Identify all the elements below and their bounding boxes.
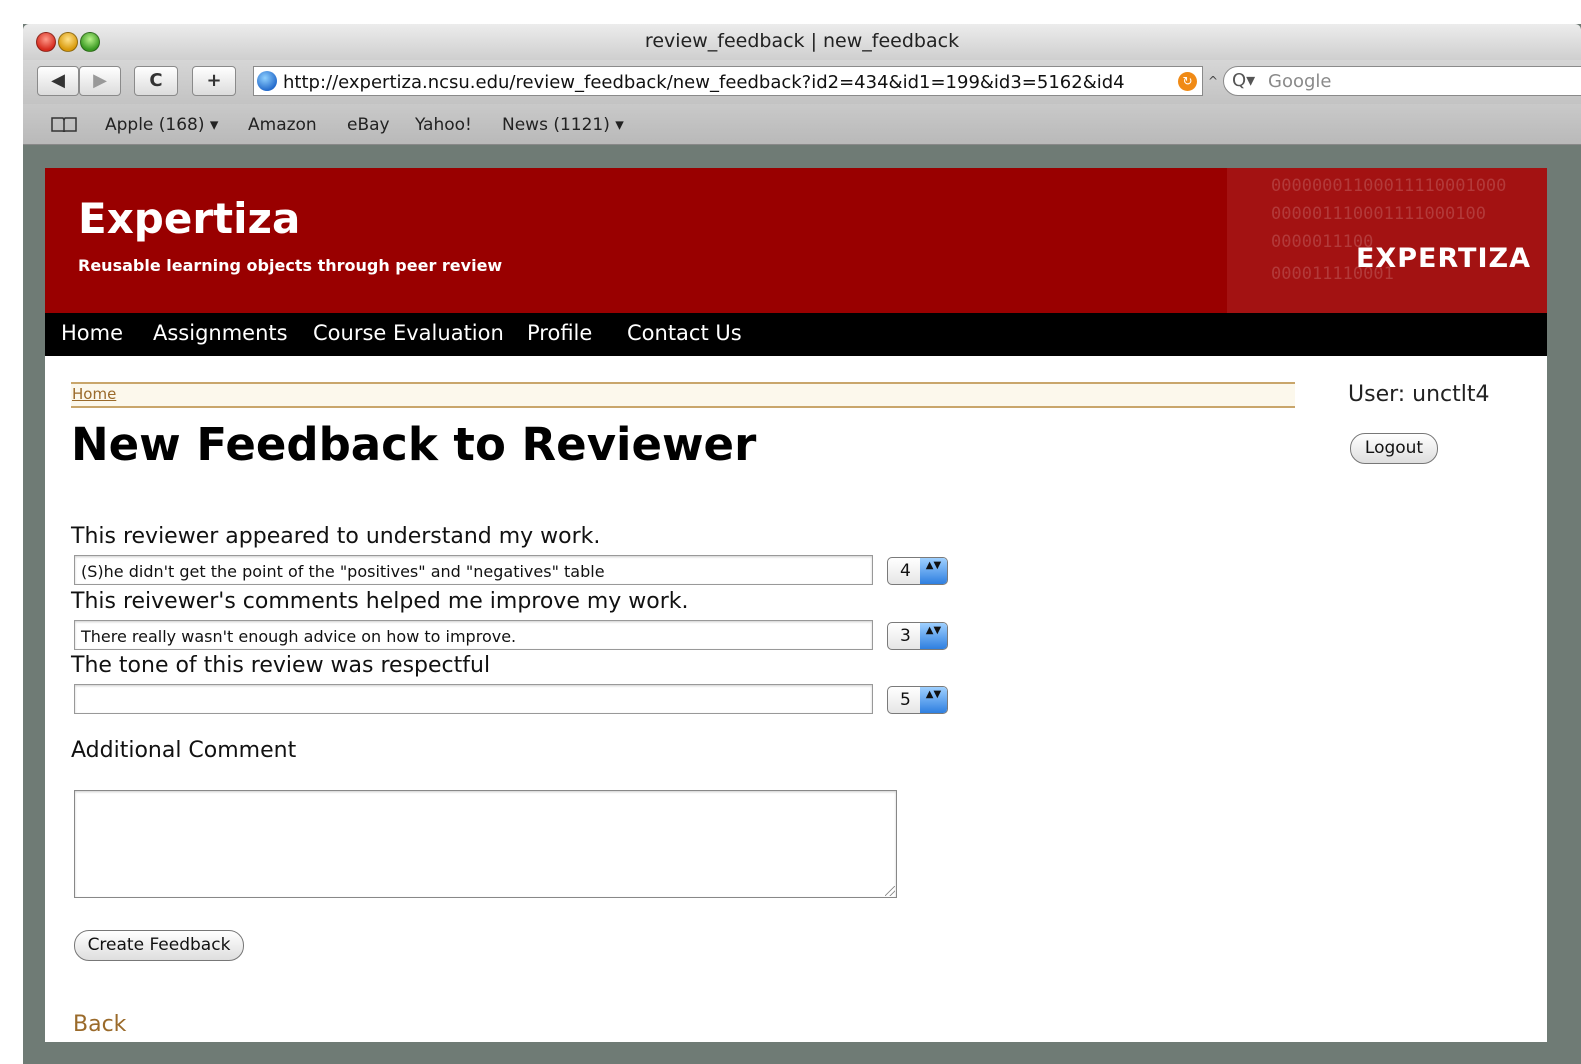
- snapback-icon[interactable]: ^: [1208, 74, 1218, 88]
- nav-contact-us[interactable]: Contact Us: [627, 321, 742, 345]
- nav-profile[interactable]: Profile: [527, 321, 592, 345]
- search-placeholder: Google: [1268, 71, 1332, 92]
- site-header: Expertiza Reusable learning objects thro…: [45, 168, 1547, 313]
- add-bookmark-button[interactable]: +: [192, 66, 236, 96]
- site-logo[interactable]: Expertiza: [78, 194, 300, 243]
- question-3-comment-field[interactable]: [74, 684, 873, 714]
- window-title: review_feedback | new_feedback: [644, 30, 960, 52]
- reload-icon: C: [149, 70, 163, 91]
- browser-window: review_feedback | new_feedback ◀ ▶ C + h…: [23, 24, 1581, 1064]
- bookmarks-bar: Apple (168) ▾ Amazon eBay Yahoo! News (1…: [23, 104, 1581, 145]
- globe-icon: [257, 71, 277, 91]
- select-arrows-icon: ▲▼: [920, 623, 947, 649]
- question-3-label: The tone of this review was respectful: [71, 653, 491, 678]
- title-bar: review_feedback | new_feedback: [23, 24, 1581, 60]
- header-decoration: 00000001100011110001000 0000011100011110…: [1227, 168, 1547, 313]
- search-icon[interactable]: Q▾: [1232, 70, 1255, 91]
- nav-assignments[interactable]: Assignments: [153, 321, 288, 345]
- score-value: 5: [900, 690, 911, 710]
- back-button[interactable]: ◀: [37, 66, 79, 96]
- site-tagline: Reusable learning objects through peer r…: [78, 256, 503, 275]
- bookmarks-book-icon[interactable]: [51, 116, 77, 132]
- reload-button[interactable]: C: [134, 66, 178, 96]
- question-1-score-select[interactable]: 4 ▲▼: [887, 557, 948, 585]
- score-value: 4: [900, 561, 911, 581]
- nav-home[interactable]: Home: [61, 321, 123, 345]
- forward-arrow-icon: ▶: [93, 70, 107, 91]
- bookmark-amazon[interactable]: Amazon: [248, 115, 317, 135]
- additional-comment-textarea[interactable]: [74, 790, 897, 898]
- main-nav: Home Assignments Course Evaluation Profi…: [45, 313, 1547, 356]
- nav-course-evaluation[interactable]: Course Evaluation: [313, 321, 504, 345]
- bookmark-news[interactable]: News (1121) ▾: [502, 115, 624, 135]
- question-2-comment-field[interactable]: There really wasn't enough advice on how…: [74, 620, 873, 650]
- select-arrows-icon: ▲▼: [920, 558, 947, 584]
- question-1-label: This reviewer appeared to understand my …: [71, 524, 601, 549]
- plus-icon: +: [206, 70, 222, 91]
- question-1-comment-field[interactable]: (S)he didn't get the point of the "posit…: [74, 555, 873, 585]
- additional-comment-label: Additional Comment: [71, 738, 297, 763]
- back-arrow-icon: ◀: [51, 70, 65, 91]
- logout-button[interactable]: Logout: [1350, 433, 1438, 464]
- back-link[interactable]: Back: [73, 1012, 126, 1037]
- web-page: Expertiza Reusable learning objects thro…: [45, 168, 1547, 1042]
- address-text[interactable]: http://expertiza.ncsu.edu/review_feedbac…: [283, 72, 1125, 93]
- rss-icon[interactable]: ↻: [1178, 72, 1197, 91]
- question-3-score-select[interactable]: 5 ▲▼: [887, 686, 948, 714]
- binary-decoration: 000001110001111000100: [1271, 204, 1486, 224]
- question-2-label: This reivewer's comments helped me impro…: [71, 589, 689, 614]
- resize-grip-icon[interactable]: [885, 886, 895, 896]
- breadcrumb: Home: [71, 382, 1295, 408]
- browser-toolbar: ◀ ▶ C + http://expertiza.ncsu.edu/review…: [23, 60, 1581, 104]
- bookmark-ebay[interactable]: eBay: [347, 115, 390, 135]
- score-value: 3: [900, 626, 911, 646]
- select-arrows-icon: ▲▼: [920, 687, 947, 713]
- breadcrumb-home-link[interactable]: Home: [72, 385, 116, 403]
- bookmark-apple[interactable]: Apple (168) ▾: [105, 115, 218, 135]
- search-field[interactable]: Q▾ Google: [1223, 66, 1581, 96]
- user-label: User: unctlt4: [1348, 382, 1490, 407]
- brand-wordmark: EXPERTIZA: [1355, 243, 1531, 274]
- binary-decoration: 00000001100011110001000: [1271, 176, 1507, 196]
- address-bar[interactable]: http://expertiza.ncsu.edu/review_feedbac…: [253, 66, 1203, 96]
- bookmark-yahoo[interactable]: Yahoo!: [415, 115, 472, 135]
- create-feedback-button[interactable]: Create Feedback: [74, 930, 244, 961]
- forward-button[interactable]: ▶: [79, 66, 121, 96]
- question-2-score-select[interactable]: 3 ▲▼: [887, 622, 948, 650]
- page-title: New Feedback to Reviewer: [71, 418, 757, 471]
